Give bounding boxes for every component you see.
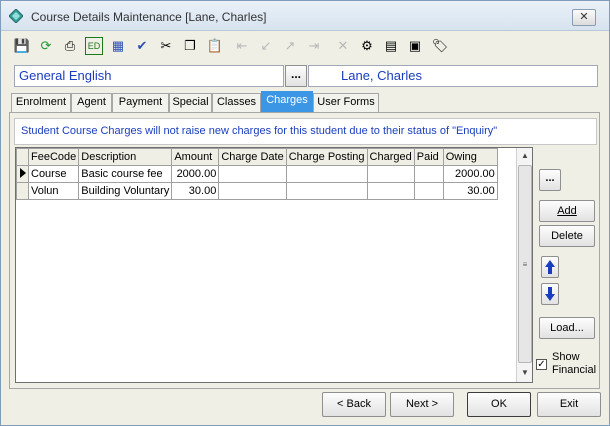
charged-cell[interactable] (366, 165, 415, 183)
close-button[interactable]: ✕ (572, 9, 596, 26)
edit-icon[interactable]: ED (85, 37, 103, 55)
column-header[interactable]: Charged (366, 148, 415, 166)
tab-payment[interactable]: Payment (112, 93, 169, 112)
tag-icon[interactable]: 🏷 (431, 37, 449, 55)
charge-date-cell[interactable] (218, 165, 287, 183)
amount-cell[interactable]: 2000.00 (171, 165, 220, 183)
load-button[interactable]: Load... (539, 317, 595, 339)
move-down-button[interactable] (541, 283, 559, 305)
tab-agent[interactable]: Agent (71, 93, 112, 112)
student-name-field[interactable]: Lane, Charles (308, 65, 598, 87)
back-button[interactable]: < Back (322, 392, 386, 417)
tab-user-forms[interactable]: User Forms (313, 93, 379, 112)
settings-icon[interactable]: ⚙ (358, 37, 376, 55)
fee-code-cell[interactable]: Course (27, 165, 80, 183)
charge-posting-cell[interactable] (285, 182, 368, 200)
charge-date-cell[interactable] (218, 182, 287, 200)
first-icon[interactable]: ⇤ (233, 37, 251, 55)
charges-panel: Student Course Charges will not raise ne… (9, 112, 600, 389)
show-financial-label-line2: Financial (552, 364, 597, 376)
next-icon[interactable]: ↗ (281, 37, 299, 55)
table-header-row: FeeCode Description Amount Charge Date C… (16, 148, 498, 166)
charges-table: FeeCode Description Amount Charge Date C… (16, 148, 498, 200)
add-button-label: Add (557, 205, 577, 217)
arrow-down-icon (545, 287, 555, 301)
table-row[interactable]: Volun Building Voluntary 30.00 30.00 (16, 182, 498, 200)
tab-special[interactable]: Special (169, 93, 212, 112)
charges-notice: Student Course Charges will not raise ne… (14, 118, 597, 145)
tab-classes[interactable]: Classes (212, 93, 261, 112)
delete-button[interactable]: Delete (539, 225, 595, 247)
title-bar: Course Details Maintenance [Lane, Charle… (1, 1, 609, 31)
add-button[interactable]: Add (539, 200, 595, 222)
cut-icon[interactable]: ✂ (157, 37, 175, 55)
next-button[interactable]: Next > (390, 392, 454, 417)
description-cell[interactable]: Building Voluntary (78, 182, 173, 200)
course-lookup-button[interactable]: ... (285, 65, 307, 87)
move-up-button[interactable] (541, 256, 559, 278)
app-diamond-icon (9, 9, 23, 23)
save-icon[interactable]: 💾 (13, 37, 31, 55)
owing-cell[interactable]: 30.00 (442, 182, 498, 200)
show-financial-label-line1: Show (552, 351, 580, 363)
row-indicator-header (16, 148, 29, 166)
scroll-up-icon[interactable]: ▲ (517, 148, 533, 164)
course-name-field[interactable]: General English (14, 65, 284, 87)
tab-enrolment[interactable]: Enrolment (11, 93, 71, 112)
column-header[interactable]: Amount (171, 148, 220, 166)
column-header[interactable]: Paid (413, 148, 444, 166)
row-pointer-icon (20, 167, 26, 178)
calculator-icon[interactable]: ▦ (109, 37, 127, 55)
scroll-thumb[interactable]: ≡ (518, 165, 532, 363)
tab-charges[interactable]: Charges (261, 91, 313, 112)
current-row-indicator (16, 165, 29, 183)
stamp-icon[interactable]: ▣ (406, 37, 424, 55)
copy-icon[interactable]: ❐ (181, 37, 199, 55)
charge-posting-cell[interactable] (285, 165, 368, 183)
print-icon[interactable]: ⎙ (61, 37, 79, 55)
window-title: Course Details Maintenance [Lane, Charle… (31, 10, 267, 24)
owing-cell[interactable]: 2000.00 (442, 165, 498, 183)
toolbar: 💾 ⟳ ⎙ ED ▦ ✔ ✂ ❐ 📋 ⇤ ↙ ↗ ⇥ ✕ ⚙ ▤ ▣ 🏷 (1, 32, 609, 60)
charge-more-button[interactable]: ... (539, 169, 561, 191)
row-indicator (16, 182, 29, 200)
course-details-window: Course Details Maintenance [Lane, Charle… (0, 0, 610, 426)
column-header[interactable]: FeeCode (27, 148, 80, 166)
column-header[interactable]: Charge Posting (285, 148, 368, 166)
delete-button-label: Delete (551, 230, 583, 242)
refresh-icon[interactable]: ⟳ (37, 37, 55, 55)
charged-cell[interactable] (366, 182, 415, 200)
export-icon[interactable]: ▤ (382, 37, 400, 55)
paid-cell[interactable] (413, 182, 444, 200)
checkmark-icon: ✓ (537, 359, 546, 370)
spellcheck-icon[interactable]: ✔ (133, 37, 151, 55)
scroll-down-icon[interactable]: ▼ (517, 365, 533, 381)
show-financial-checkbox[interactable]: ✓ (536, 359, 547, 370)
table-row[interactable]: Course Basic course fee 2000.00 2000.00 (16, 165, 498, 183)
column-header[interactable]: Charge Date (218, 148, 287, 166)
paste-icon[interactable]: 📋 (206, 37, 224, 55)
prev-icon[interactable]: ↙ (257, 37, 275, 55)
amount-cell[interactable]: 30.00 (171, 182, 220, 200)
charges-grid: FeeCode Description Amount Charge Date C… (15, 147, 533, 383)
fee-code-cell[interactable]: Volun (27, 182, 80, 200)
show-financial-label: Show Financial (552, 351, 596, 377)
last-icon[interactable]: ⇥ (305, 37, 323, 55)
delete-icon[interactable]: ✕ (334, 37, 352, 55)
ok-button[interactable]: OK (467, 392, 531, 417)
vertical-scrollbar[interactable]: ▲ ≡ ▼ (516, 148, 532, 382)
arrow-up-icon (545, 260, 555, 274)
column-header[interactable]: Description (78, 148, 173, 166)
column-header[interactable]: Owing (442, 148, 498, 166)
exit-button[interactable]: Exit (537, 392, 601, 417)
description-cell[interactable]: Basic course fee (78, 165, 173, 183)
paid-cell[interactable] (413, 165, 444, 183)
